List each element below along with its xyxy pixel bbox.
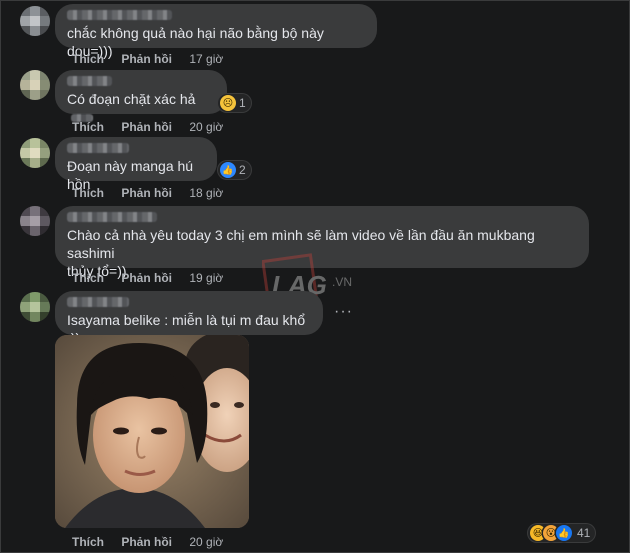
reply-link[interactable]: Phản hồi bbox=[121, 186, 172, 200]
timestamp[interactable]: 19 giờ bbox=[189, 271, 223, 285]
author-name-blurred[interactable] bbox=[67, 297, 129, 307]
like-link[interactable]: Thích bbox=[72, 120, 104, 134]
sad-reaction-icon: ☹ bbox=[220, 95, 236, 111]
timestamp[interactable]: 20 giờ bbox=[189, 120, 223, 134]
author-name-blurred[interactable] bbox=[67, 10, 172, 20]
photo-image bbox=[55, 335, 249, 528]
reply-link[interactable]: Phản hồi bbox=[121, 52, 172, 66]
avatar[interactable] bbox=[20, 6, 50, 36]
timestamp[interactable]: 18 giờ bbox=[189, 186, 223, 200]
like-reaction-icon: 👍 bbox=[556, 525, 572, 541]
reply-link[interactable]: Phản hồi bbox=[121, 120, 172, 134]
reaction-count: 41 bbox=[577, 526, 591, 540]
comment-actions: Thích Phản hồi 19 giờ bbox=[72, 271, 237, 285]
author-name-blurred[interactable] bbox=[67, 143, 129, 153]
like-link[interactable]: Thích bbox=[72, 271, 104, 285]
more-options-icon[interactable]: ··· bbox=[334, 303, 353, 321]
like-reaction-icon: 👍 bbox=[220, 162, 236, 178]
comment-bubble: Isayama belike : miễn là tụi m đau khổ :… bbox=[55, 291, 323, 346]
avatar[interactable] bbox=[20, 206, 50, 236]
like-link[interactable]: Thích bbox=[72, 535, 104, 549]
reaction-summary[interactable]: 👍 2 bbox=[218, 161, 251, 179]
like-link[interactable]: Thích bbox=[72, 186, 104, 200]
svg-text:.VN: .VN bbox=[332, 275, 352, 289]
comment-actions: Thích Phản hồi 20 giờ bbox=[72, 535, 237, 549]
timestamp[interactable]: 20 giờ bbox=[189, 535, 223, 549]
reaction-count: 2 bbox=[239, 163, 246, 177]
author-name-blurred[interactable] bbox=[67, 76, 112, 86]
timestamp[interactable]: 17 giờ bbox=[189, 52, 223, 66]
avatar[interactable] bbox=[20, 70, 50, 100]
reply-link[interactable]: Phản hồi bbox=[121, 271, 172, 285]
comment-actions: Thích Phản hồi 17 giờ bbox=[72, 52, 237, 66]
comment-photo[interactable] bbox=[55, 335, 249, 528]
author-name-blurred[interactable] bbox=[67, 212, 157, 222]
comment-bubble: chắc không quả nào hại não bằng bộ này d… bbox=[55, 4, 377, 59]
reply-link[interactable]: Phản hồi bbox=[121, 535, 172, 549]
comment-bubble: Có đoạn chặt xác hả bbox=[55, 70, 227, 122]
comment-text-content: Có đoạn chặt xác hả bbox=[67, 91, 196, 107]
comment-bubble: Đoạn này manga hú hồn bbox=[55, 137, 217, 192]
like-link[interactable]: Thích bbox=[72, 52, 104, 66]
reaction-count: 1 bbox=[239, 96, 246, 110]
avatar[interactable] bbox=[20, 138, 50, 168]
comment-actions: Thích Phản hồi 20 giờ bbox=[72, 120, 237, 134]
reaction-summary[interactable]: ☹ 1 bbox=[218, 94, 251, 112]
avatar[interactable] bbox=[20, 292, 50, 322]
reaction-summary[interactable]: 😆 😮 👍 41 bbox=[528, 524, 596, 542]
comment-actions: Thích Phản hồi 18 giờ bbox=[72, 186, 237, 200]
